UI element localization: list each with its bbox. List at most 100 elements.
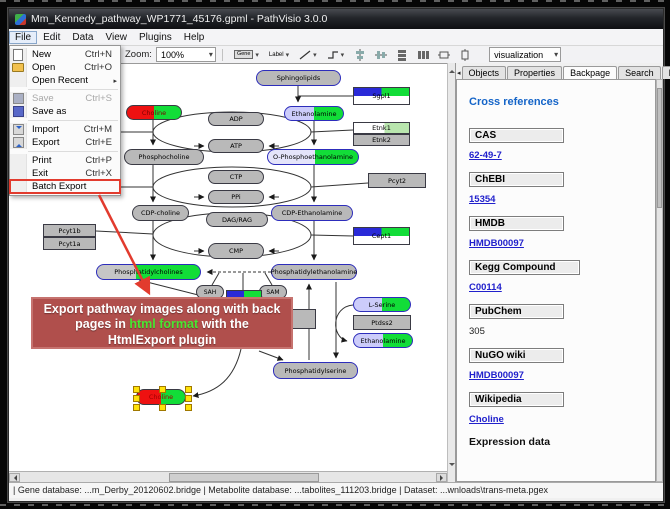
pathway-node-choline-top[interactable]: Choline — [126, 105, 182, 120]
stack-vertical-button[interactable] — [394, 48, 409, 61]
menu-item-batch-export[interactable]: Batch Export — [10, 180, 120, 193]
menu-item-new[interactable]: NewCtrl+N — [10, 48, 120, 61]
menu-item-export[interactable]: ExportCtrl+E — [10, 136, 120, 149]
scrollbar-thumb[interactable] — [169, 473, 319, 482]
pathway-node-cmp[interactable]: CMP — [208, 243, 264, 259]
chevron-down-icon: ▾ — [554, 50, 558, 59]
canvas-horizontal-scrollbar[interactable] — [9, 471, 447, 482]
line-tool[interactable]: ▾ — [296, 48, 320, 62]
connector-tool[interactable]: ▾ — [324, 48, 348, 62]
title-bar[interactable]: Mm_Kennedy_pathway_WP1771_45176.gpml - P… — [9, 9, 663, 29]
selection-handle[interactable] — [133, 386, 140, 393]
selection-handle[interactable] — [185, 386, 192, 393]
canvas-vertical-scrollbar[interactable] — [447, 63, 456, 482]
zoom-combobox[interactable]: 100% ▾ — [156, 47, 216, 62]
crossref-value-nugo-wiki[interactable]: HMDB00097 — [469, 370, 524, 381]
stack-horizontal-button[interactable] — [415, 48, 430, 61]
pathway-node-ptdss2[interactable]: Ptdss2 — [353, 315, 411, 330]
crossref-value-chebi[interactable]: 15354 — [469, 194, 495, 205]
tab-objects[interactable]: Objects — [462, 66, 507, 79]
pathway-node-dag-rag[interactable]: DAG/RAG — [206, 212, 268, 227]
sidebar-collapse-arrow-icon[interactable]: ◂ — [457, 69, 461, 77]
crossref-section: Kegg Compound C00114 — [469, 260, 655, 295]
selection-handle[interactable] — [159, 386, 166, 393]
pathway-node-atp[interactable]: ATP — [208, 139, 264, 153]
menu-item-print[interactable]: PrintCtrl+P — [10, 154, 120, 167]
tab-search[interactable]: Search — [618, 66, 661, 79]
pathway-node-pcyt1a[interactable]: Pcyt1a — [43, 237, 96, 250]
tab-properties[interactable]: Properties — [507, 66, 562, 79]
pathway-node-phosphocholine[interactable]: Phosphocholine — [124, 149, 204, 165]
tab-legend[interactable]: Legend — [662, 66, 670, 79]
pathway-node-etnk1[interactable]: Etnk1 — [353, 122, 410, 134]
crossref-value-cas[interactable]: 62-49-7 — [469, 150, 502, 161]
menu-item-open-recent[interactable]: Open Recent▸ — [10, 74, 120, 87]
menu-item-open[interactable]: OpenCtrl+O — [10, 61, 120, 74]
selection-handle[interactable] — [185, 404, 192, 411]
selection-handle[interactable] — [159, 404, 166, 411]
scroll-left-icon — [11, 475, 17, 481]
save-as-icon — [13, 106, 24, 117]
menu-help[interactable]: Help — [178, 31, 211, 44]
menu-edit[interactable]: Edit — [37, 31, 66, 44]
crossref-section: CAS62-49-7 — [469, 128, 655, 163]
menu-item-save-as[interactable]: Save as — [10, 105, 120, 118]
callout-highlight: html format — [129, 317, 198, 331]
sidebar-tabs: ◂ObjectsPropertiesBackpageSearchLegend — [456, 63, 663, 79]
label-tool[interactable]: Label ▾ — [266, 49, 292, 61]
stack-horizontal-icon — [417, 49, 429, 61]
menu-item-import[interactable]: ImportCtrl+M — [10, 123, 120, 136]
common-height-button[interactable] — [457, 48, 472, 61]
pathway-node-adp[interactable]: ADP — [208, 112, 264, 126]
scroll-up-icon — [449, 67, 455, 73]
file-menu-dropdown: NewCtrl+NOpenCtrl+OOpen Recent▸ SaveCtrl+… — [9, 45, 121, 196]
pathway-node-o-phosphoethanolamine[interactable]: O-Phosphoethanolamine — [267, 149, 359, 165]
save-icon — [13, 93, 24, 104]
pathway-node-sgpl1[interactable]: Sgpl1 — [353, 87, 410, 105]
visualization-combobox[interactable]: visualization ▾ — [489, 47, 561, 62]
tab-backpage[interactable]: Backpage — [563, 66, 617, 80]
pathway-node-ctp[interactable]: CTP — [208, 170, 264, 184]
toolbar-separator — [222, 49, 223, 61]
pathway-node-cdp-ethanolamine[interactable]: CDP-Ethanolamine — [271, 205, 353, 221]
pathway-node-ppi[interactable]: PPi — [208, 190, 264, 204]
crossref-value-hmdb[interactable]: HMDB00097 — [469, 238, 524, 249]
crossref-section: HMDBHMDB00097 — [469, 216, 655, 251]
menu-item-save[interactable]: SaveCtrl+S — [10, 92, 120, 105]
pathway-node-sphingolipids[interactable]: Sphingolipids — [256, 70, 341, 86]
scrollbar-thumb[interactable] — [657, 88, 662, 208]
crossref-value-kegg-compound[interactable]: C00114 — [469, 282, 502, 293]
pathway-node-phosphatidylethanolamine[interactable]: Phosphatidylethanolamine — [271, 264, 357, 280]
selection-handle[interactable] — [133, 395, 140, 402]
pathway-node-cdp-choline[interactable]: CDP-choline — [132, 205, 189, 221]
pathway-node-etnk2[interactable]: Etnk2 — [353, 134, 410, 146]
pathway-node-l-serine[interactable]: L-Serine — [353, 297, 411, 312]
menu-view[interactable]: View — [99, 31, 133, 44]
selection-handle[interactable] — [133, 404, 140, 411]
scroll-right-button[interactable] — [436, 473, 447, 482]
pathway-node-phosphatidylserine[interactable]: Phosphatidylserine — [273, 362, 358, 379]
pathway-node-ethanolamine-top[interactable]: Ethanolamine — [284, 106, 344, 121]
crossref-value-wikipedia[interactable]: Choline — [469, 414, 504, 425]
pathway-node-pcyt1b[interactable]: Pcyt1b — [43, 224, 96, 237]
align-center-vertical-button[interactable] — [352, 48, 367, 61]
common-width-button[interactable] — [436, 48, 451, 61]
pathway-node-phosphatidylcholines[interactable]: Phosphatidylcholines — [96, 264, 201, 280]
menu-file[interactable]: File — [9, 31, 37, 44]
sidebar-scrollbar[interactable] — [656, 79, 663, 482]
menu-item-exit[interactable]: ExitCtrl+X — [10, 167, 120, 180]
selection-handle[interactable] — [185, 395, 192, 402]
pathway-node-cept1[interactable]: Cept1 — [353, 227, 410, 245]
crossref-header-kegg-compound: Kegg Compound — [469, 260, 580, 275]
menu-plugins[interactable]: Plugins — [133, 31, 178, 44]
screenshot-edge-marks — [0, 0, 670, 2]
menu-data[interactable]: Data — [66, 31, 99, 44]
pathway-node-ethanolamine-low[interactable]: Ethanolamine — [353, 333, 413, 348]
chevron-down-icon: ▾ — [313, 51, 317, 59]
scroll-left-button[interactable] — [9, 473, 20, 482]
pathway-node-choline-selected[interactable]: Choline — [136, 389, 186, 405]
gene-node-icon: Gene — [234, 50, 253, 59]
align-center-horizontal-button[interactable] — [373, 48, 388, 61]
gene-datanode-tool[interactable]: Gene ▾ — [231, 48, 262, 61]
pathway-node-pcyt2[interactable]: Pcyt2 — [368, 173, 426, 188]
